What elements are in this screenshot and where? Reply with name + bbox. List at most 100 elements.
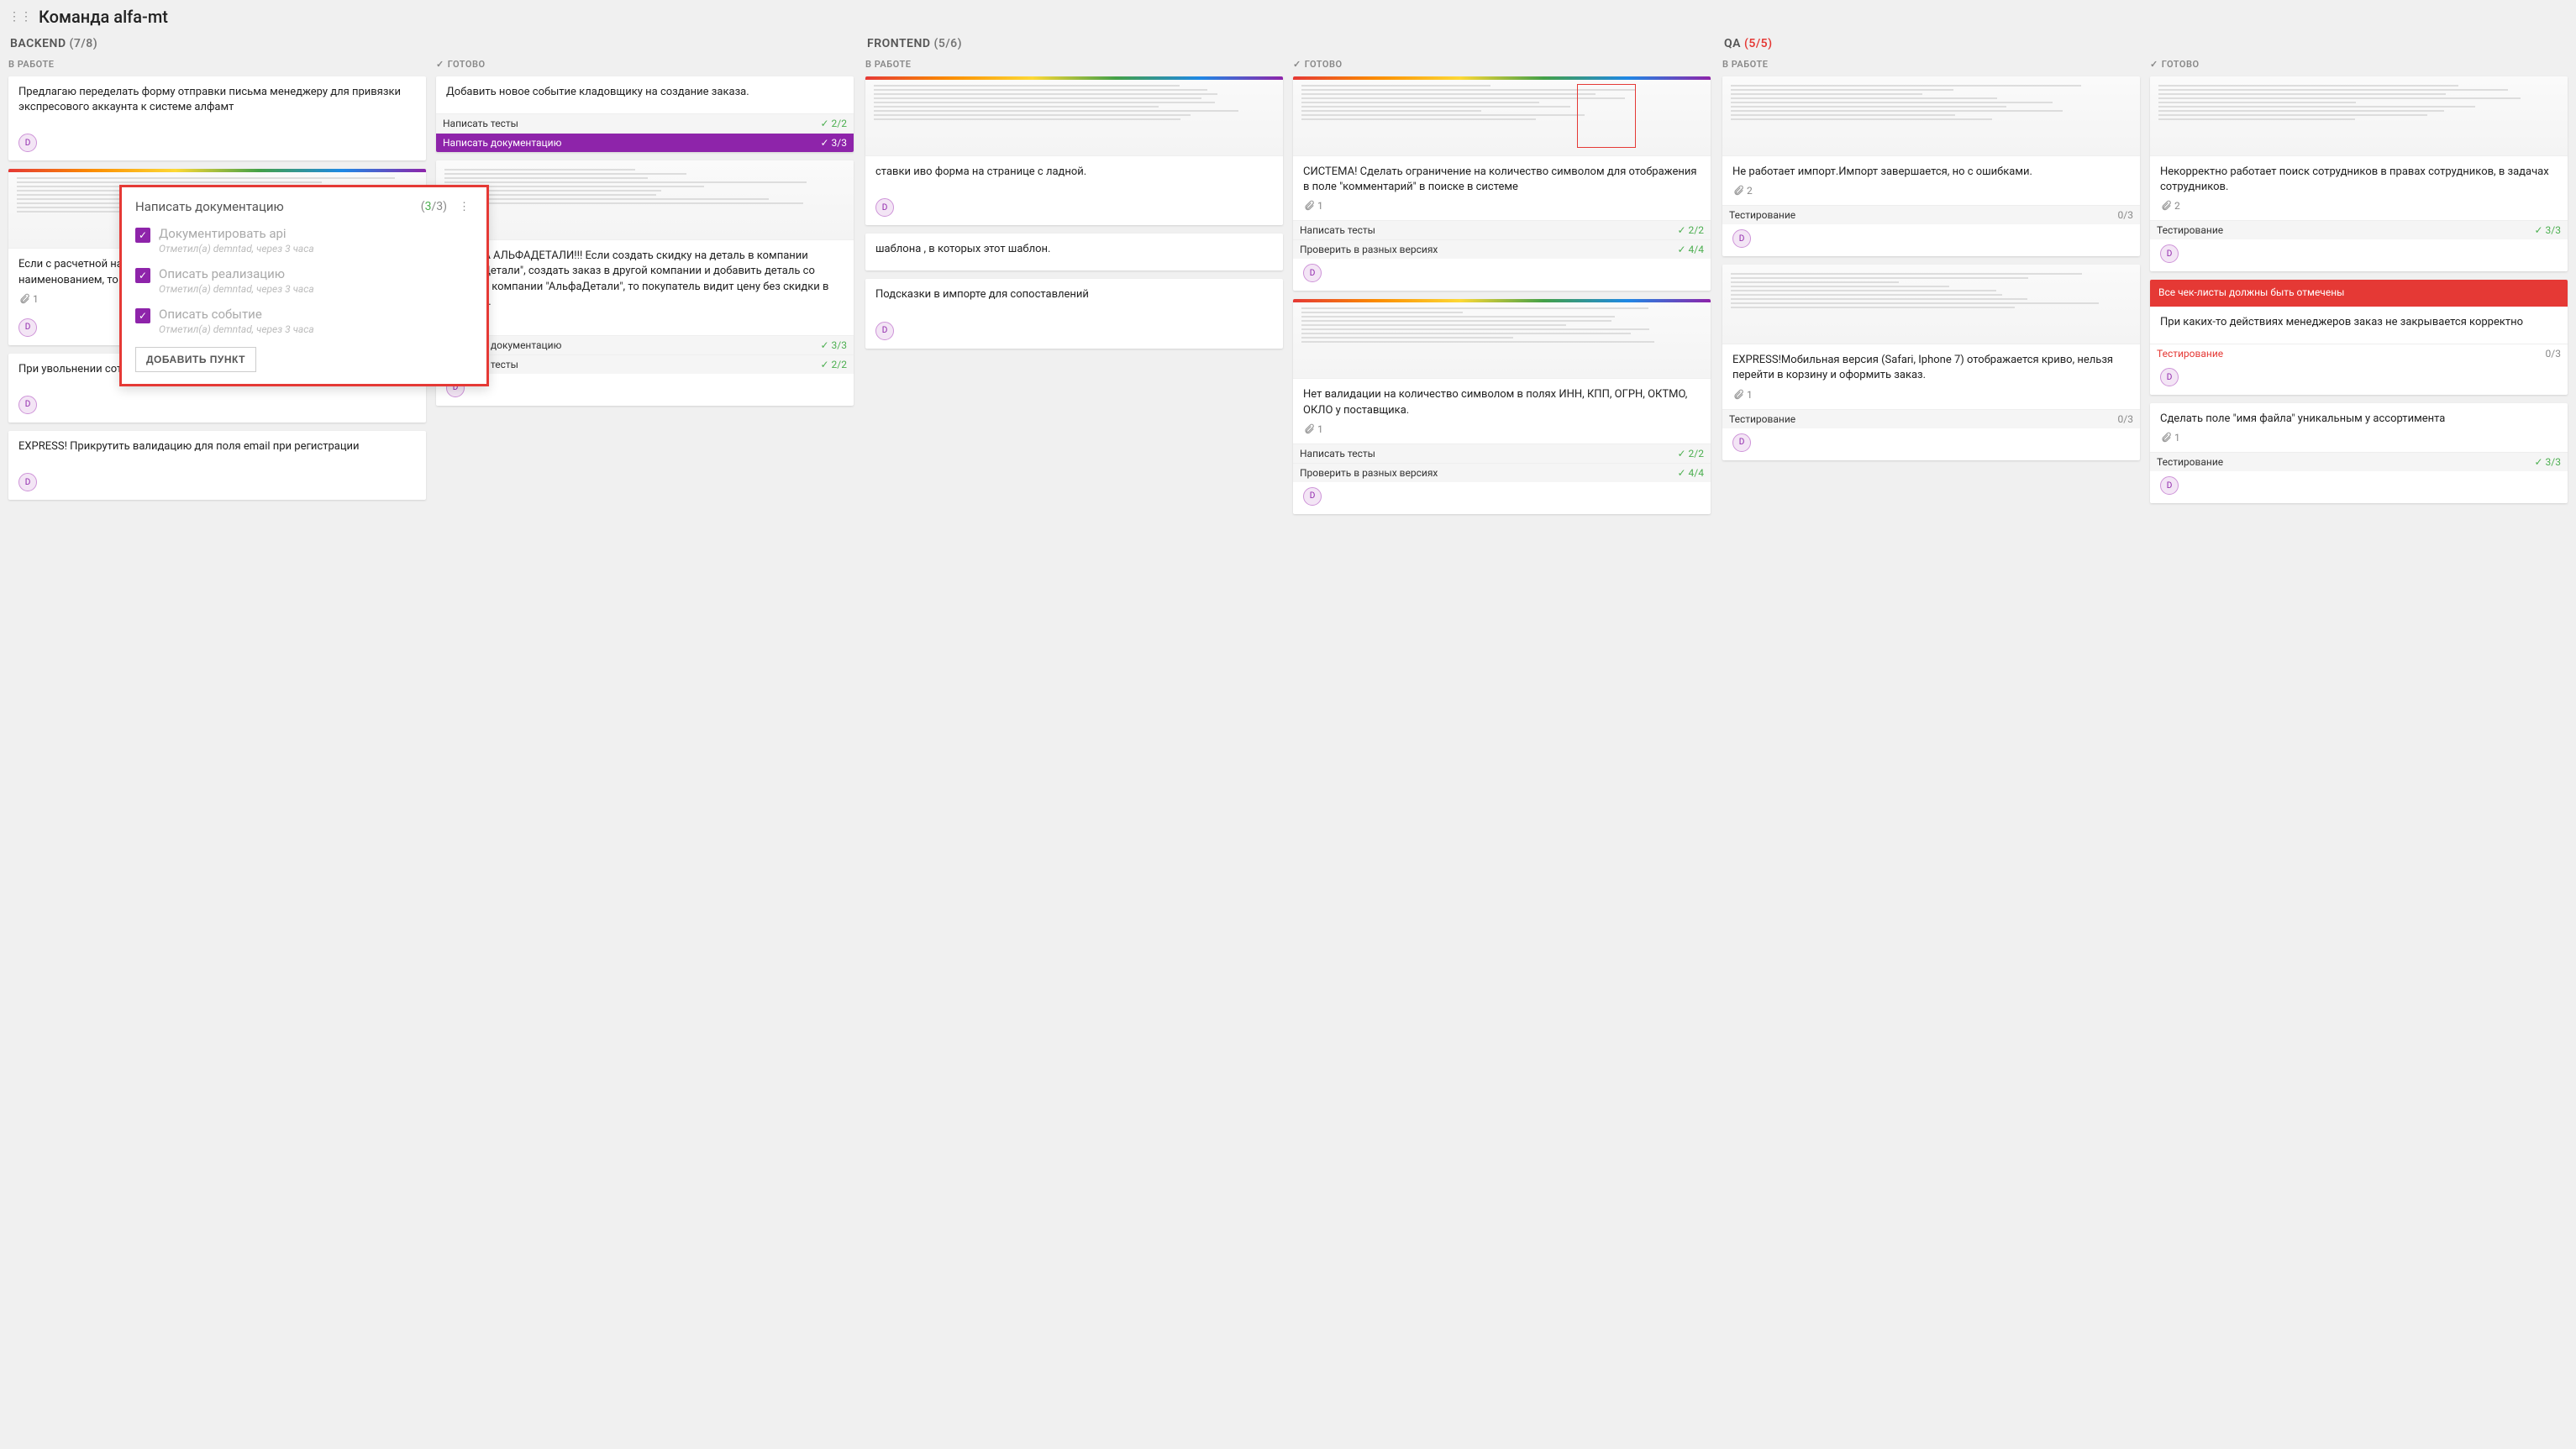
card-title: ставки иво форма на странице с ладной. bbox=[875, 165, 1273, 180]
card-title: Сделать поле "имя файла" уникальным у ас… bbox=[2160, 412, 2558, 427]
card[interactable]: СКИДКА АЛЬФАДЕТАЛИ!!! Если создать скидк… bbox=[436, 160, 854, 406]
checklist-count: ✓ 4/4 bbox=[1678, 467, 1704, 479]
checklist-tag[interactable]: Тестирование0/3 bbox=[1722, 409, 2140, 428]
checklist-count: ✓ 2/2 bbox=[1678, 224, 1704, 236]
lane-header: ✓ГОТОВО bbox=[1293, 59, 1711, 70]
avatar[interactable]: D bbox=[18, 134, 37, 152]
card[interactable]: Все чек-листы должны быть отмечены При ка… bbox=[2150, 280, 2568, 395]
checklist-count: ✓ 2/2 bbox=[821, 118, 847, 129]
card[interactable]: СИСТЕМА! Сделать ограничение на количест… bbox=[1293, 76, 1711, 291]
avatar[interactable]: D bbox=[1303, 264, 1322, 282]
card-thumbnail bbox=[1722, 76, 2140, 156]
warning-banner: Все чек-листы должны быть отмечены bbox=[2150, 280, 2568, 307]
checklist-tag[interactable]: Тестирование✓ 3/3 bbox=[2150, 220, 2568, 239]
checklist-count: ✓ 3/3 bbox=[821, 339, 847, 351]
group-header: FRONTEND (5/6) bbox=[867, 37, 1711, 50]
checklist-item[interactable]: ✓ Описать событиеОтметил(а) demntad, чере… bbox=[135, 307, 473, 335]
card[interactable]: Добавить новое событие кладовщику на соз… bbox=[436, 76, 854, 152]
checkbox-checked-icon[interactable]: ✓ bbox=[135, 268, 150, 283]
checkbox-checked-icon[interactable]: ✓ bbox=[135, 228, 150, 243]
checklist-popover: Написать документацию (3/3) ⋮ ✓Документи… bbox=[119, 185, 489, 386]
checklist-tag[interactable]: Тестирование0/3 bbox=[2150, 344, 2568, 363]
card-title: EXPRESS!Мобильная версия (Safari, Iphone… bbox=[1732, 353, 2130, 383]
card-thumbnail bbox=[1293, 76, 1711, 156]
card[interactable]: Нет валидации на количество символом в п… bbox=[1293, 299, 1711, 513]
checklist-count: 0/3 bbox=[2546, 348, 2561, 360]
avatar[interactable]: D bbox=[18, 318, 37, 337]
avatar[interactable]: D bbox=[18, 473, 37, 491]
group-header: BACKEND (7/8) bbox=[10, 37, 854, 50]
checklist-label: Тестирование bbox=[2157, 456, 2223, 468]
avatar[interactable]: D bbox=[2160, 368, 2179, 386]
checklist-tag[interactable]: Проверить в разных версиях✓ 4/4 bbox=[1293, 239, 1711, 259]
card-title: шаблона , в которых этот шаблон. bbox=[875, 242, 1273, 257]
column-group-frontend: FRONTEND (5/6) В РАБОТЕ ставки иво форма н… bbox=[865, 37, 1711, 514]
attachment-icon: 2 bbox=[2160, 200, 2180, 212]
group-count: (7/8) bbox=[70, 37, 98, 50]
card[interactable]: Некорректно работает поиск сотрудников в… bbox=[2150, 76, 2568, 271]
attachment-icon: 1 bbox=[1732, 389, 1753, 401]
avatar[interactable]: D bbox=[1732, 229, 1751, 248]
board-header: ⋮⋮ Команда alfa-mt bbox=[8, 7, 2568, 27]
checklist-item[interactable]: ✓Описать реализациюОтметил(а) demntad, ч… bbox=[135, 266, 473, 295]
avatar[interactable]: D bbox=[1303, 487, 1322, 506]
popover-count: (3/3) bbox=[421, 200, 447, 213]
card[interactable]: EXPRESS!Мобильная версия (Safari, Iphone… bbox=[1722, 265, 2140, 459]
checklist-label: Тестирование bbox=[1729, 209, 1795, 221]
group-count: (5/6) bbox=[933, 37, 962, 50]
card-title: Предлагаю переделать форму отправки пись… bbox=[18, 85, 416, 115]
avatar[interactable]: D bbox=[2160, 244, 2179, 263]
checklist-tag[interactable]: Проверить в разных версиях✓ 4/4 bbox=[1293, 463, 1711, 482]
checklist-tag[interactable]: Написать тесты✓ 2/2 bbox=[436, 113, 854, 133]
card-title: Подсказки в импорте для сопоставлений bbox=[875, 287, 1273, 302]
card-title: Добавить новое событие кладовщику на соз… bbox=[446, 85, 844, 100]
card-thumbnail bbox=[436, 160, 854, 240]
lane-header: ✓ГОТОВО bbox=[2150, 59, 2568, 70]
checklist-tag[interactable]: Написать документацию✓ 3/3 bbox=[436, 133, 854, 152]
checklist-item-title: Описать событие bbox=[159, 307, 473, 322]
avatar[interactable]: D bbox=[2160, 476, 2179, 495]
card-thumbnail bbox=[1293, 299, 1711, 379]
attachment-icon: 1 bbox=[1303, 200, 1323, 212]
avatar[interactable]: D bbox=[1732, 433, 1751, 452]
add-item-button[interactable]: ДОБАВИТЬ ПУНКТ bbox=[135, 347, 256, 372]
checklist-tag[interactable]: Написать тесты✓ 2/2 bbox=[1293, 444, 1711, 463]
checklist-tag[interactable]: Написать тесты✓ 2/2 bbox=[436, 354, 854, 374]
drag-handle-icon[interactable]: ⋮⋮ bbox=[8, 10, 32, 24]
card[interactable]: шаблона , в которых этот шаблон. bbox=[865, 234, 1283, 270]
lane-bk-done: ✓ГОТОВОДобавить новое событие кладовщику… bbox=[436, 59, 854, 500]
checklist-tag[interactable]: Написать документацию✓ 3/3 bbox=[436, 335, 854, 354]
checklist-item[interactable]: ✓ Документировать api Отметил(а) demntad, … bbox=[135, 226, 473, 255]
more-icon[interactable]: ⋮ bbox=[455, 201, 473, 213]
checklist-label: Написать тесты bbox=[1300, 224, 1375, 236]
card-thumbnail bbox=[865, 76, 1283, 156]
checklist-label: Тестирование bbox=[1729, 413, 1795, 425]
avatar[interactable]: D bbox=[875, 198, 894, 217]
card[interactable]: Подсказки в импорте для сопоставлений D bbox=[865, 279, 1283, 348]
avatar[interactable]: D bbox=[875, 322, 894, 340]
lane-header: В РАБОТЕ bbox=[865, 59, 1283, 70]
avatar[interactable]: D bbox=[18, 396, 37, 414]
checklist-tag[interactable]: Тестирование0/3 bbox=[1722, 205, 2140, 224]
checklist-tag[interactable]: Тестирование✓ 3/3 bbox=[2150, 452, 2568, 471]
card[interactable]: ставки иво форма на странице с ладной. D bbox=[865, 76, 1283, 225]
checklist-item-meta: Отметил(а) demntad, через 3 часа bbox=[159, 243, 473, 255]
group-count: (5/5) bbox=[1744, 37, 1773, 50]
lane-header: В РАБОТЕ bbox=[8, 59, 426, 70]
checklist-label: Проверить в разных версиях bbox=[1300, 244, 1438, 255]
checklist-count: ✓ 3/3 bbox=[2535, 224, 2561, 236]
checklist-label: Написать тесты bbox=[1300, 448, 1375, 459]
card[interactable]: EXPRESS! Прикрутить валидацию для поля e… bbox=[8, 431, 426, 500]
card[interactable]: Предлагаю переделать форму отправки пись… bbox=[8, 76, 426, 160]
checklist-item-title: Документировать api bbox=[159, 226, 473, 241]
checklist-tag[interactable]: Написать тесты ✓ 2/2 bbox=[1293, 220, 1711, 239]
checkbox-checked-icon[interactable]: ✓ bbox=[135, 308, 150, 323]
checklist-item-meta: Отметил(а) demntad, через 3 часа bbox=[159, 323, 473, 335]
card-title: При каких-то действиях менеджеров заказ … bbox=[2160, 315, 2558, 330]
card[interactable]: Сделать поле "имя файла" уникальным у ас… bbox=[2150, 403, 2568, 503]
check-icon: ✓ bbox=[1293, 59, 1301, 70]
lane-fe-work: В РАБОТЕ ставки иво форма на странице с л… bbox=[865, 59, 1283, 514]
card[interactable]: Не работает импорт.Импорт завершается, н… bbox=[1722, 76, 2140, 256]
checklist-label: Написать документацию bbox=[443, 137, 561, 149]
column-group-qa: QA (5/5)В РАБОТЕНе работает импорт.Импор… bbox=[1722, 37, 2568, 503]
